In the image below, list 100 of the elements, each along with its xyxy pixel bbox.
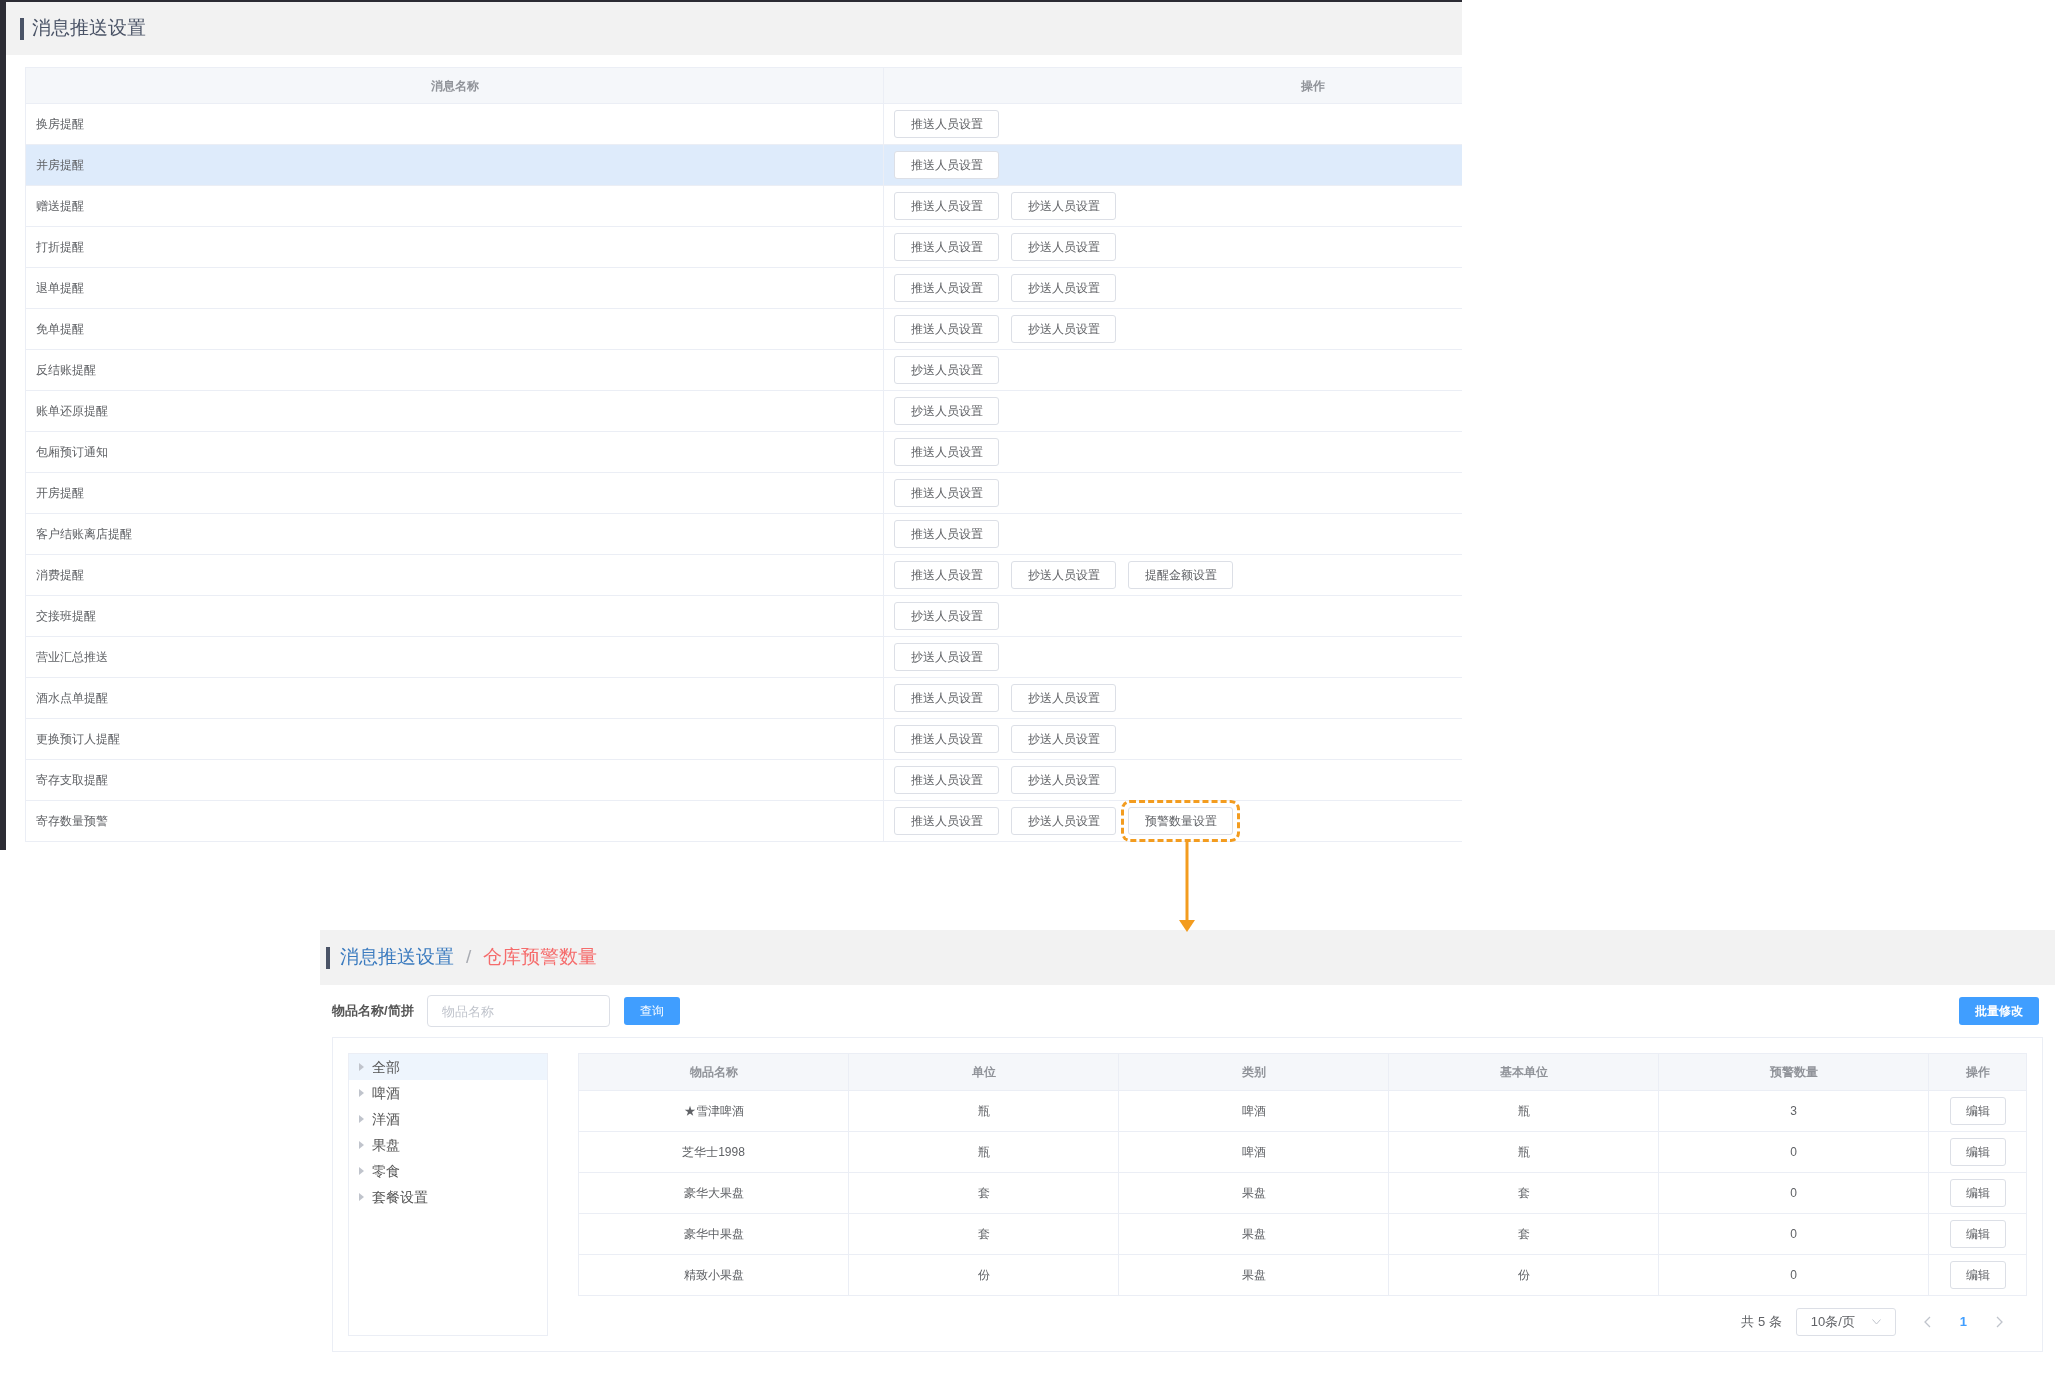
tree-item[interactable]: 套餐设置 xyxy=(349,1184,547,1210)
table-cell: 0 xyxy=(1659,1173,1929,1213)
expand-caret-icon[interactable] xyxy=(359,1141,364,1149)
settings-button[interactable]: 推送人员设置 xyxy=(894,807,999,835)
column-header: 操作 xyxy=(1929,1054,2027,1090)
settings-button[interactable]: 抄送人员设置 xyxy=(1011,274,1116,302)
table-cell: 寄存支取提醒 xyxy=(26,760,884,800)
edit-button[interactable]: 编辑 xyxy=(1949,1138,2006,1166)
table-cell: 啤酒 xyxy=(1119,1132,1389,1172)
table-cell: 账单还原提醒 xyxy=(26,391,884,431)
tree-item[interactable]: 啤酒 xyxy=(349,1080,547,1106)
table-cell: 豪华中果盘 xyxy=(579,1214,849,1254)
table-cell: 豪华大果盘 xyxy=(579,1173,849,1213)
table-cell: 套 xyxy=(1389,1173,1659,1213)
table-cell: 瓶 xyxy=(849,1132,1119,1172)
tree-item[interactable]: 零食 xyxy=(349,1158,547,1184)
breadcrumb-separator: / xyxy=(466,945,472,970)
settings-button[interactable]: 推送人员设置 xyxy=(894,192,999,220)
edit-button[interactable]: 编辑 xyxy=(1949,1220,2006,1248)
table-cell: 套 xyxy=(1389,1214,1659,1254)
expand-caret-icon[interactable] xyxy=(359,1193,364,1201)
edit-button[interactable]: 编辑 xyxy=(1949,1261,2006,1289)
search-label: 物品名称/简拼 xyxy=(332,1002,414,1021)
settings-button[interactable]: 抄送人员设置 xyxy=(1011,807,1116,835)
previous-page-icon[interactable] xyxy=(1923,1316,1932,1328)
settings-button[interactable]: 抄送人员设置 xyxy=(1011,233,1116,261)
tree-item[interactable]: 洋酒 xyxy=(349,1106,547,1132)
settings-button[interactable]: 抄送人员设置 xyxy=(1011,192,1116,220)
table-cell: 果盘 xyxy=(1119,1255,1389,1295)
dropdown-chevron-icon xyxy=(1871,1319,1881,1325)
table-cell: ★雪津啤酒 xyxy=(579,1091,849,1131)
settings-button[interactable]: 推送人员设置 xyxy=(894,725,999,753)
edit-button[interactable]: 编辑 xyxy=(1949,1097,2006,1125)
table-cell: 开房提醒 xyxy=(26,473,884,513)
expand-caret-icon[interactable] xyxy=(359,1063,364,1071)
column-header: 预警数量 xyxy=(1659,1054,1929,1090)
settings-button[interactable]: 抄送人员设置 xyxy=(894,356,999,384)
table-cell: 3 xyxy=(1659,1091,1929,1131)
settings-button[interactable]: 预警数量设置 xyxy=(1128,807,1233,835)
table-cell: 打折提醒 xyxy=(26,227,884,267)
settings-button[interactable]: 推送人员设置 xyxy=(894,274,999,302)
breadcrumb-link[interactable]: 消息推送设置 xyxy=(340,943,454,972)
table-cell: 更换预订人提醒 xyxy=(26,719,884,759)
settings-button[interactable]: 推送人员设置 xyxy=(894,561,999,589)
settings-button[interactable]: 推送人员设置 xyxy=(894,315,999,343)
table-cell: 套 xyxy=(849,1173,1119,1213)
edit-button[interactable]: 编辑 xyxy=(1949,1179,2006,1207)
table-cell: 换房提醒 xyxy=(26,104,884,144)
title-bar-mark xyxy=(326,946,330,969)
expand-caret-icon[interactable] xyxy=(359,1167,364,1175)
table-cell: 瓶 xyxy=(1389,1091,1659,1131)
table-cell: 果盘 xyxy=(1119,1173,1389,1213)
tree-item[interactable]: 全部 xyxy=(349,1054,547,1080)
column-header: 基本单位 xyxy=(1389,1054,1659,1090)
settings-button[interactable]: 推送人员设置 xyxy=(894,438,999,466)
search-field[interactable]: 物品名称 xyxy=(426,995,610,1027)
settings-button[interactable]: 推送人员设置 xyxy=(894,233,999,261)
table-cell: 果盘 xyxy=(1119,1214,1389,1254)
column-header: 物品名称 xyxy=(579,1054,849,1090)
settings-button[interactable]: 推送人员设置 xyxy=(894,151,999,179)
table-cell: 并房提醒 xyxy=(26,145,884,185)
table-cell: 消费提醒 xyxy=(26,555,884,595)
table-cell: 反结账提醒 xyxy=(26,350,884,390)
total-count: 共 5 条 xyxy=(1741,1313,1782,1332)
settings-button[interactable]: 抄送人员设置 xyxy=(1011,561,1116,589)
settings-button[interactable]: 推送人员设置 xyxy=(894,110,999,138)
table-cell: 酒水点单提醒 xyxy=(26,678,884,718)
settings-button[interactable]: 推送人员设置 xyxy=(894,520,999,548)
table-cell: 瓶 xyxy=(1389,1132,1659,1172)
expand-caret-icon[interactable] xyxy=(359,1089,364,1097)
settings-button[interactable]: 推送人员设置 xyxy=(894,479,999,507)
settings-button[interactable]: 抄送人员设置 xyxy=(1011,725,1116,753)
settings-button[interactable]: 抄送人员设置 xyxy=(894,602,999,630)
table-cell: 0 xyxy=(1659,1255,1929,1295)
tree-item[interactable]: 果盘 xyxy=(349,1132,547,1158)
settings-button[interactable]: 抄送人员设置 xyxy=(1011,766,1116,794)
table-cell: 寄存数量预警 xyxy=(26,801,884,841)
next-page-icon[interactable] xyxy=(1995,1316,2003,1328)
table-cell: 赠送提醒 xyxy=(26,186,884,226)
settings-button[interactable]: 抄送人员设置 xyxy=(894,397,999,425)
settings-button[interactable]: 推送人员设置 xyxy=(894,684,999,712)
table-cell: 瓶 xyxy=(849,1091,1119,1131)
table-cell: 交接班提醒 xyxy=(26,596,884,636)
settings-button[interactable]: 抄送人员设置 xyxy=(1011,684,1116,712)
settings-button[interactable]: 抄送人员设置 xyxy=(1011,315,1116,343)
table-cell: 啤酒 xyxy=(1119,1091,1389,1131)
table-cell: 套 xyxy=(849,1214,1119,1254)
table-cell: 份 xyxy=(1389,1255,1659,1295)
table-cell: 包厢预订通知 xyxy=(26,432,884,472)
column-header: 单位 xyxy=(849,1054,1119,1090)
column-header: 操作 xyxy=(1300,77,1326,95)
settings-button[interactable]: 抄送人员设置 xyxy=(894,643,999,671)
column-header: 类别 xyxy=(1119,1054,1389,1090)
settings-button[interactable]: 提醒金额设置 xyxy=(1128,561,1233,589)
table-cell: 免单提醒 xyxy=(26,309,884,349)
page-size-select[interactable]: 10条/页 xyxy=(1795,1308,1896,1336)
expand-caret-icon[interactable] xyxy=(359,1115,364,1123)
settings-button[interactable]: 推送人员设置 xyxy=(894,766,999,794)
column-header: 消息名称 xyxy=(26,68,884,103)
table-cell: 退单提醒 xyxy=(26,268,884,308)
